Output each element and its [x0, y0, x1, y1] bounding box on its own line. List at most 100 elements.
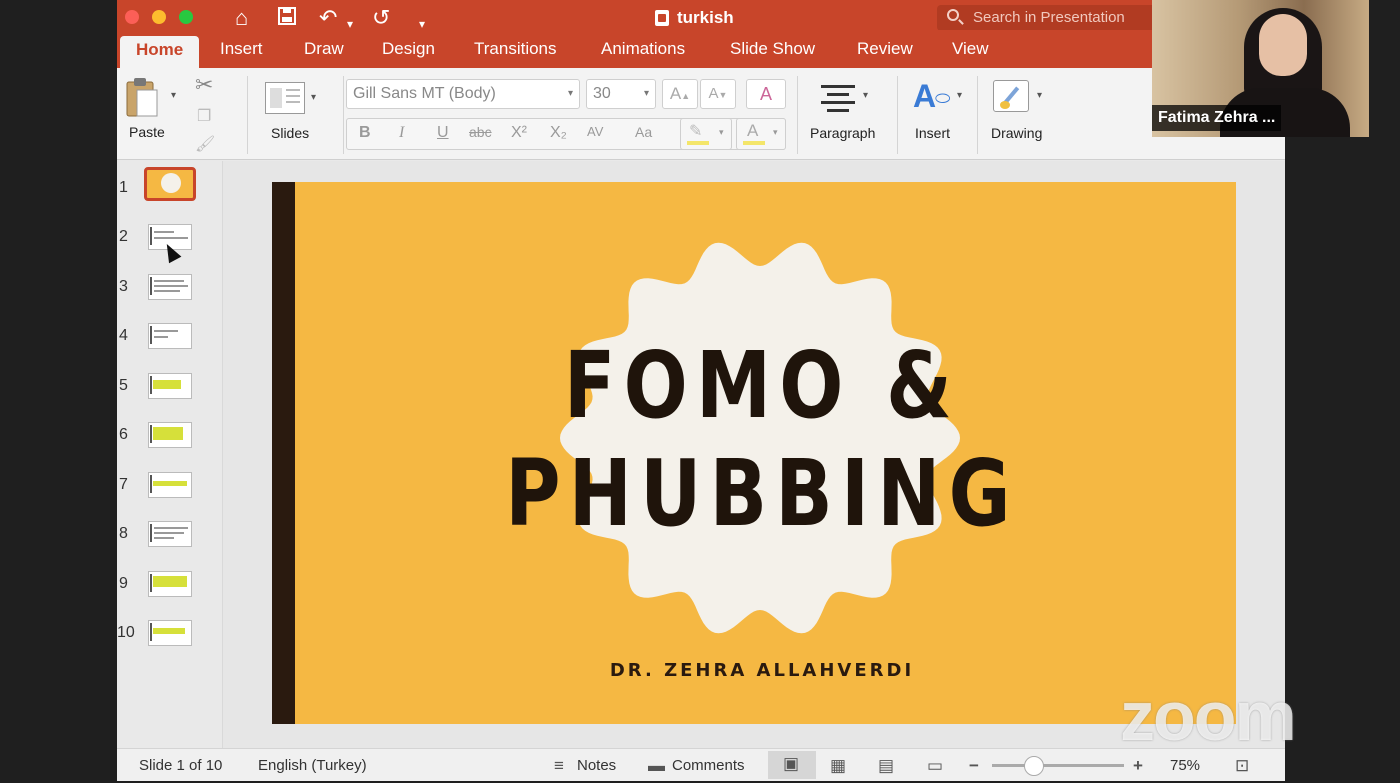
slide-1[interactable]: FOMO & PHUBBING DR. ZEHRA ALLAHVERDI	[272, 182, 1236, 724]
copy-icon[interactable]: ❐	[197, 106, 211, 126]
participant-video[interactable]: Fatima Zehra ...	[1152, 0, 1369, 137]
comments-button[interactable]: Comments	[672, 757, 745, 774]
participant-face	[1259, 14, 1307, 76]
paste-button[interactable]: ▾ Paste	[125, 76, 185, 146]
clear-formatting-button[interactable]: A	[746, 79, 786, 109]
italic-button[interactable]: I	[399, 124, 404, 142]
tab-transitions[interactable]: Transitions	[474, 39, 557, 59]
normal-view-button[interactable]: ▣	[768, 751, 816, 779]
tab-slide-show[interactable]: Slide Show	[730, 39, 815, 59]
paste-dropdown-icon[interactable]: ▾	[171, 90, 176, 101]
slide-title-line: FOMO &	[563, 332, 961, 439]
tab-review[interactable]: Review	[857, 39, 913, 59]
zoom-level[interactable]: 75%	[1170, 757, 1200, 774]
slide-thumbnail-image	[148, 521, 192, 547]
slide-thumbnail-7[interactable]: 7	[117, 472, 223, 516]
language-indicator[interactable]: English (Turkey)	[258, 757, 367, 774]
slide-thumbnail-image	[148, 373, 192, 399]
tab-animations[interactable]: Animations	[601, 39, 685, 59]
slide-thumbnail-1[interactable]: 1	[117, 167, 223, 219]
slide-subtitle[interactable]: DR. ZEHRA ALLAHVERDI	[542, 660, 982, 681]
maximize-window-button[interactable]	[179, 10, 193, 24]
fit-to-window-icon[interactable]: ⊡	[1235, 756, 1249, 776]
tab-draw[interactable]: Draw	[304, 39, 344, 59]
tab-home[interactable]: Home	[120, 36, 200, 70]
minimize-window-button[interactable]	[152, 10, 166, 24]
insert-button[interactable]: A ⬭ ▾ Insert	[907, 78, 977, 150]
close-window-button[interactable]	[125, 10, 139, 24]
strikethrough-button[interactable]: abc	[469, 124, 492, 140]
zoom-in-icon[interactable]: +	[1133, 756, 1143, 776]
superscript-button[interactable]: X²	[511, 124, 527, 142]
tab-insert[interactable]: Insert	[220, 39, 263, 59]
drawing-button[interactable]: ▾ Drawing	[985, 78, 1065, 150]
slide-thumbnail-5[interactable]: 5	[117, 373, 223, 417]
slide-thumbnail-3[interactable]: 3	[117, 274, 223, 318]
slide-thumbnail-image	[148, 422, 192, 448]
paragraph-button[interactable]: ▾ Paragraph	[807, 78, 887, 150]
slide-number: 4	[119, 327, 128, 344]
subscript-button[interactable]: X₂	[550, 124, 567, 142]
save-icon[interactable]	[277, 6, 297, 31]
slide-thumbnail-8[interactable]: 8	[117, 521, 223, 565]
slide-thumbnail-9[interactable]: 9	[117, 571, 223, 615]
ribbon-home: ▾ Paste ✂ ❐ 🖌 ▾ Slides Gill Sans MT (Bod…	[117, 68, 1285, 160]
slide-show-icon[interactable]: ▭	[927, 756, 943, 776]
slide-thumbnail-image	[148, 620, 192, 646]
zoom-screen-share: ⌂ ↶ ▾ ↺ ▾ turkish Home Insert Draw Desig…	[0, 0, 1400, 783]
paste-label: Paste	[129, 124, 165, 140]
drawing-icon	[993, 80, 1029, 112]
redo-icon[interactable]: ↺	[372, 6, 390, 30]
slide-thumbnail-image	[148, 274, 192, 300]
change-case-button[interactable]: Aa	[635, 124, 652, 140]
font-name-select[interactable]: Gill Sans MT (Body) ▾	[346, 79, 580, 109]
reading-view-icon[interactable]: ▤	[878, 756, 894, 776]
ribbon-tabs: Home Insert Draw Design Transitions Anim…	[117, 30, 1285, 70]
font-size-select[interactable]: 30 ▾	[586, 79, 656, 109]
insert-label: Insert	[915, 125, 951, 141]
zoom-watermark-logo: zoom	[1120, 677, 1297, 755]
slide-thumbnail-image	[148, 323, 192, 349]
slide-number: 5	[119, 377, 128, 394]
notes-button[interactable]: Notes	[577, 757, 616, 774]
undo-icon[interactable]: ↶	[319, 6, 337, 30]
paragraph-label: Paragraph	[810, 125, 876, 141]
home-icon[interactable]: ⌂	[235, 6, 248, 30]
cut-icon[interactable]: ✂	[195, 72, 213, 98]
insert-textbox-icon: A	[913, 78, 937, 114]
slides-dropdown-icon[interactable]: ▾	[311, 92, 316, 103]
slide-title[interactable]: FOMO & PHUBBING	[475, 332, 1049, 548]
tab-design[interactable]: Design	[382, 39, 435, 59]
slide-editor-canvas[interactable]: FOMO & PHUBBING DR. ZEHRA ALLAHVERDI	[223, 161, 1285, 748]
font-size-value: 30	[593, 85, 611, 102]
character-spacing-button[interactable]: AV	[587, 124, 603, 139]
slide-number: 3	[119, 278, 128, 295]
slide-thumbnail-4[interactable]: 4	[117, 323, 223, 367]
underline-button[interactable]: U	[437, 124, 449, 142]
search-input[interactable]	[973, 9, 1153, 26]
zoom-slider[interactable]	[992, 756, 1124, 776]
ribbon-separator	[977, 76, 978, 154]
bold-button[interactable]: B	[359, 124, 371, 142]
chevron-down-icon: ▾	[863, 90, 869, 101]
slide-thumbnail-6[interactable]: 6	[117, 422, 223, 466]
increase-font-size-button[interactable]: A▲	[662, 79, 698, 109]
search-icon	[947, 9, 959, 21]
search-box[interactable]	[937, 5, 1157, 31]
comments-icon[interactable]: ▬	[648, 756, 665, 776]
zoom-slider-thumb[interactable]	[1024, 756, 1045, 776]
highlight-color-button[interactable]: ✎ ▾	[680, 118, 732, 150]
chevron-down-icon: ▾	[567, 88, 573, 99]
slide-thumbnail-10[interactable]: 10	[117, 620, 223, 664]
chevron-down-icon: ▾	[773, 127, 778, 137]
zoom-out-icon[interactable]: −	[969, 756, 979, 776]
slide-accent-bar	[272, 182, 295, 724]
font-color-button[interactable]: A ▾	[736, 118, 786, 150]
tab-view[interactable]: View	[952, 39, 989, 59]
format-painter-icon[interactable]: 🖌	[195, 134, 215, 154]
decrease-font-size-button[interactable]: A▼	[700, 79, 736, 109]
slide-sorter-icon[interactable]: ▦	[830, 756, 846, 776]
powerpoint-window: ⌂ ↶ ▾ ↺ ▾ turkish Home Insert Draw Desig…	[117, 0, 1285, 781]
notes-icon[interactable]: ≡	[554, 756, 564, 776]
slides-button[interactable]: ▾ Slides	[263, 80, 323, 150]
